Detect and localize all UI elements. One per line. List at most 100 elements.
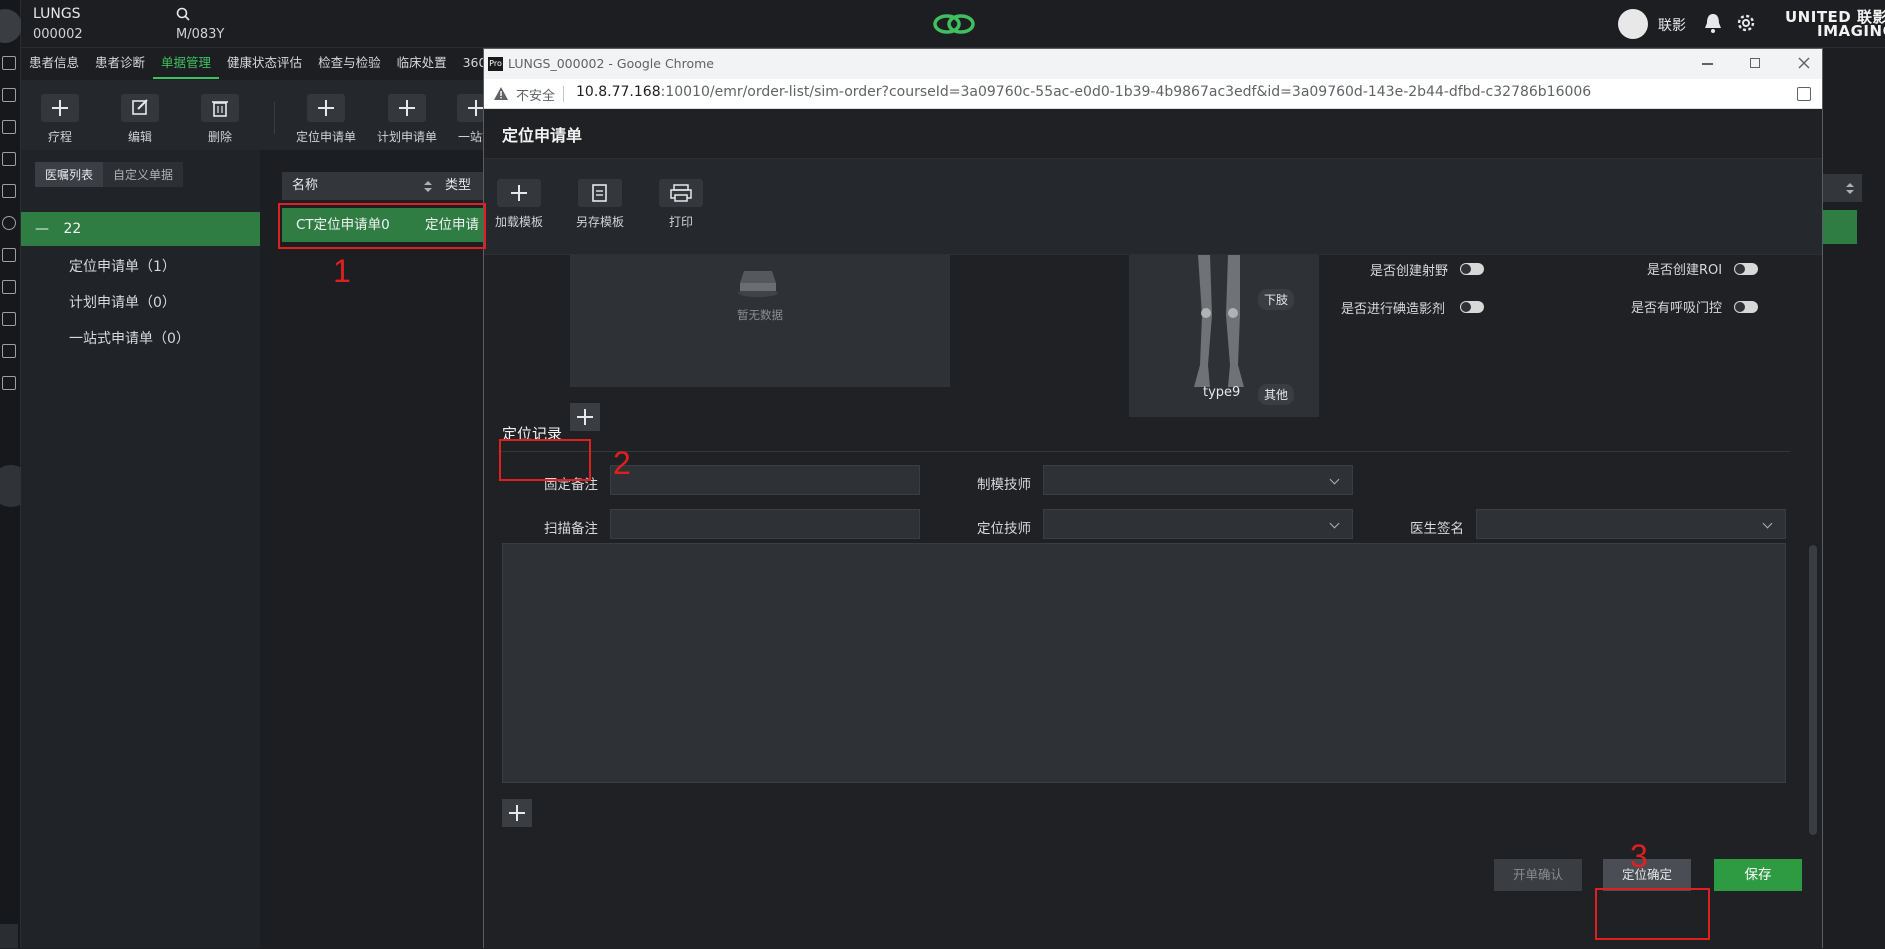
plus-icon [497, 179, 541, 207]
open-confirm-button[interactable]: 开单确认 [1494, 859, 1582, 891]
minimize-icon[interactable] [1702, 63, 1713, 65]
tab-exam-tests[interactable]: 检查与检验 [310, 49, 389, 79]
document-icon[interactable] [2, 120, 16, 134]
column-header-type[interactable]: 类型 [445, 172, 471, 200]
translate-icon[interactable] [1797, 87, 1811, 101]
bell-icon[interactable] [1703, 12, 1723, 34]
gear-icon[interactable] [1735, 12, 1757, 34]
url-text[interactable]: 10.8.77.168:10010/emr/order-list/sim-ord… [576, 84, 1786, 100]
shield-icon[interactable] [2, 312, 16, 326]
main-toolbar: 疗程 编辑 删除 定位申请单 计划申请单 一站式 [21, 80, 495, 150]
delete-label: 删除 [207, 130, 232, 144]
tree-item-loc-request[interactable]: 定位申请单（1） [69, 256, 176, 276]
search-icon[interactable] [176, 7, 190, 21]
edit-button[interactable]: 编辑 [105, 94, 175, 145]
plan-request-label: 计划申请单 [376, 130, 437, 144]
annotation-number-3: 3 [1630, 838, 1648, 874]
plus-icon [388, 94, 426, 122]
sort-icon[interactable] [1846, 183, 1854, 194]
empty-text: 暂无数据 [737, 308, 783, 322]
empty-inbox-icon [738, 271, 778, 297]
trash-icon [201, 94, 239, 122]
tree-item-plan-request[interactable]: 计划申请单（0） [69, 292, 176, 312]
loc-request-button[interactable]: 定位申请单 [286, 94, 366, 145]
tab-document-management[interactable]: 单据管理 [153, 49, 220, 79]
body-label-type: type9 [1203, 385, 1241, 400]
tree-root-node[interactable]: — 22 [21, 212, 260, 246]
create-field-toggle[interactable] [1460, 263, 1484, 275]
gating-toggle[interactable] [1734, 301, 1758, 313]
tab-health-assessment[interactable]: 健康状态评估 [219, 49, 310, 79]
create-roi-toggle[interactable] [1734, 263, 1758, 275]
window-title: LUNGS_000002 - Google Chrome [508, 56, 714, 71]
scan-note-input[interactable] [610, 509, 920, 539]
chat-icon[interactable] [2, 216, 16, 230]
clipboard-icon[interactable] [2, 88, 16, 102]
chart-icon[interactable] [2, 248, 16, 262]
apps-icon[interactable] [2, 376, 16, 390]
print-button[interactable]: 打印 [646, 179, 716, 230]
home-icon[interactable] [2, 56, 16, 70]
nav-tabs: 患者信息 患者诊断 单据管理 健康状态评估 检查与检验 临床处置 360视 [21, 49, 499, 79]
order-list: 名称 类型 CT定位申请单0 定位申请 [260, 150, 488, 948]
section-divider [498, 451, 1790, 452]
user-icon[interactable] [0, 9, 22, 43]
flask-icon[interactable] [2, 184, 16, 198]
load-template-button[interactable]: 加载模板 [484, 179, 554, 230]
annotation-box-2 [499, 439, 591, 481]
body-label-other[interactable]: 其他 [1258, 384, 1295, 405]
loc-tech-select[interactable] [1043, 509, 1353, 539]
edit-label: 编辑 [127, 130, 152, 144]
body-diagram[interactable]: 下肢 type9 其他 [1129, 255, 1319, 417]
url-host: 10.8.77.168 [576, 84, 661, 100]
patient-id: 000002 [33, 27, 83, 42]
tab-order-list[interactable]: 医嘱列表 [35, 162, 104, 187]
load-template-label: 加载模板 [494, 215, 543, 229]
order-tree-panel: 医嘱列表 自定义单据 — 22 定位申请单（1） 计划申请单（0） 一站式申请单… [21, 150, 260, 948]
save-button[interactable]: 保存 [1714, 859, 1802, 891]
fixed-note-input[interactable] [610, 465, 920, 495]
scan-note-label: 扫描备注 [544, 521, 598, 537]
document-header: 定位申请单 [484, 109, 1822, 159]
patient-meta: M/083Y [176, 27, 225, 42]
save-template-button[interactable]: 另存模板 [565, 179, 635, 230]
avatar[interactable] [1618, 9, 1648, 39]
plan-request-button[interactable]: 计划申请单 [367, 94, 447, 145]
delete-button[interactable]: 删除 [185, 94, 255, 145]
add-item-button[interactable] [570, 403, 600, 431]
add-record-button[interactable] [502, 799, 532, 827]
loc-request-label: 定位申请单 [295, 130, 356, 144]
popup-window: Pro LUNGS_000002 - Google Chrome 不安全 10.… [483, 48, 1823, 949]
search-doc-icon[interactable] [2, 344, 16, 358]
sort-icon[interactable] [424, 181, 432, 192]
address-bar[interactable]: 不安全 10.8.77.168:10010/emr/order-list/sim… [484, 79, 1822, 109]
tree-item-onestop-request[interactable]: 一站式申请单（0） [69, 328, 190, 348]
tab-custom-documents[interactable]: 自定义单据 [103, 162, 184, 187]
annotation-number-2: 2 [613, 445, 631, 481]
scrollbar-thumb[interactable] [1809, 545, 1817, 835]
contrast-label: 是否进行碘造影剂 [1341, 302, 1446, 317]
patient-name: LUNGS [33, 6, 81, 22]
mold-tech-select[interactable] [1043, 465, 1353, 495]
collapse-toggle[interactable]: — [35, 221, 49, 237]
column-header-name[interactable]: 名称 [292, 172, 318, 200]
doctor-sign-select[interactable] [1476, 509, 1786, 539]
save-template-icon [578, 179, 622, 207]
tab-patient-diagnosis[interactable]: 患者诊断 [87, 49, 153, 79]
list-icon[interactable] [2, 152, 16, 166]
tab-patient-info[interactable]: 患者信息 [21, 49, 87, 79]
tab-clinical-treatment[interactable]: 临床处置 [389, 49, 455, 79]
maximize-icon[interactable] [1750, 58, 1760, 68]
tree-root-label: 22 [63, 221, 82, 237]
image-icon[interactable] [2, 280, 16, 294]
close-icon[interactable] [1798, 57, 1810, 69]
annotation-box-1 [278, 203, 486, 249]
course-button[interactable]: 疗程 [25, 94, 95, 145]
user-name[interactable]: 联影 [1658, 15, 1686, 35]
right-list-header [1822, 174, 1862, 202]
brand-logo: UNITED 联影 IMAGING [1785, 10, 1885, 39]
contrast-toggle[interactable] [1460, 301, 1484, 313]
body-label-lower-limb[interactable]: 下肢 [1258, 289, 1295, 310]
right-list-row[interactable] [1822, 210, 1857, 244]
record-textarea[interactable] [502, 543, 1786, 783]
